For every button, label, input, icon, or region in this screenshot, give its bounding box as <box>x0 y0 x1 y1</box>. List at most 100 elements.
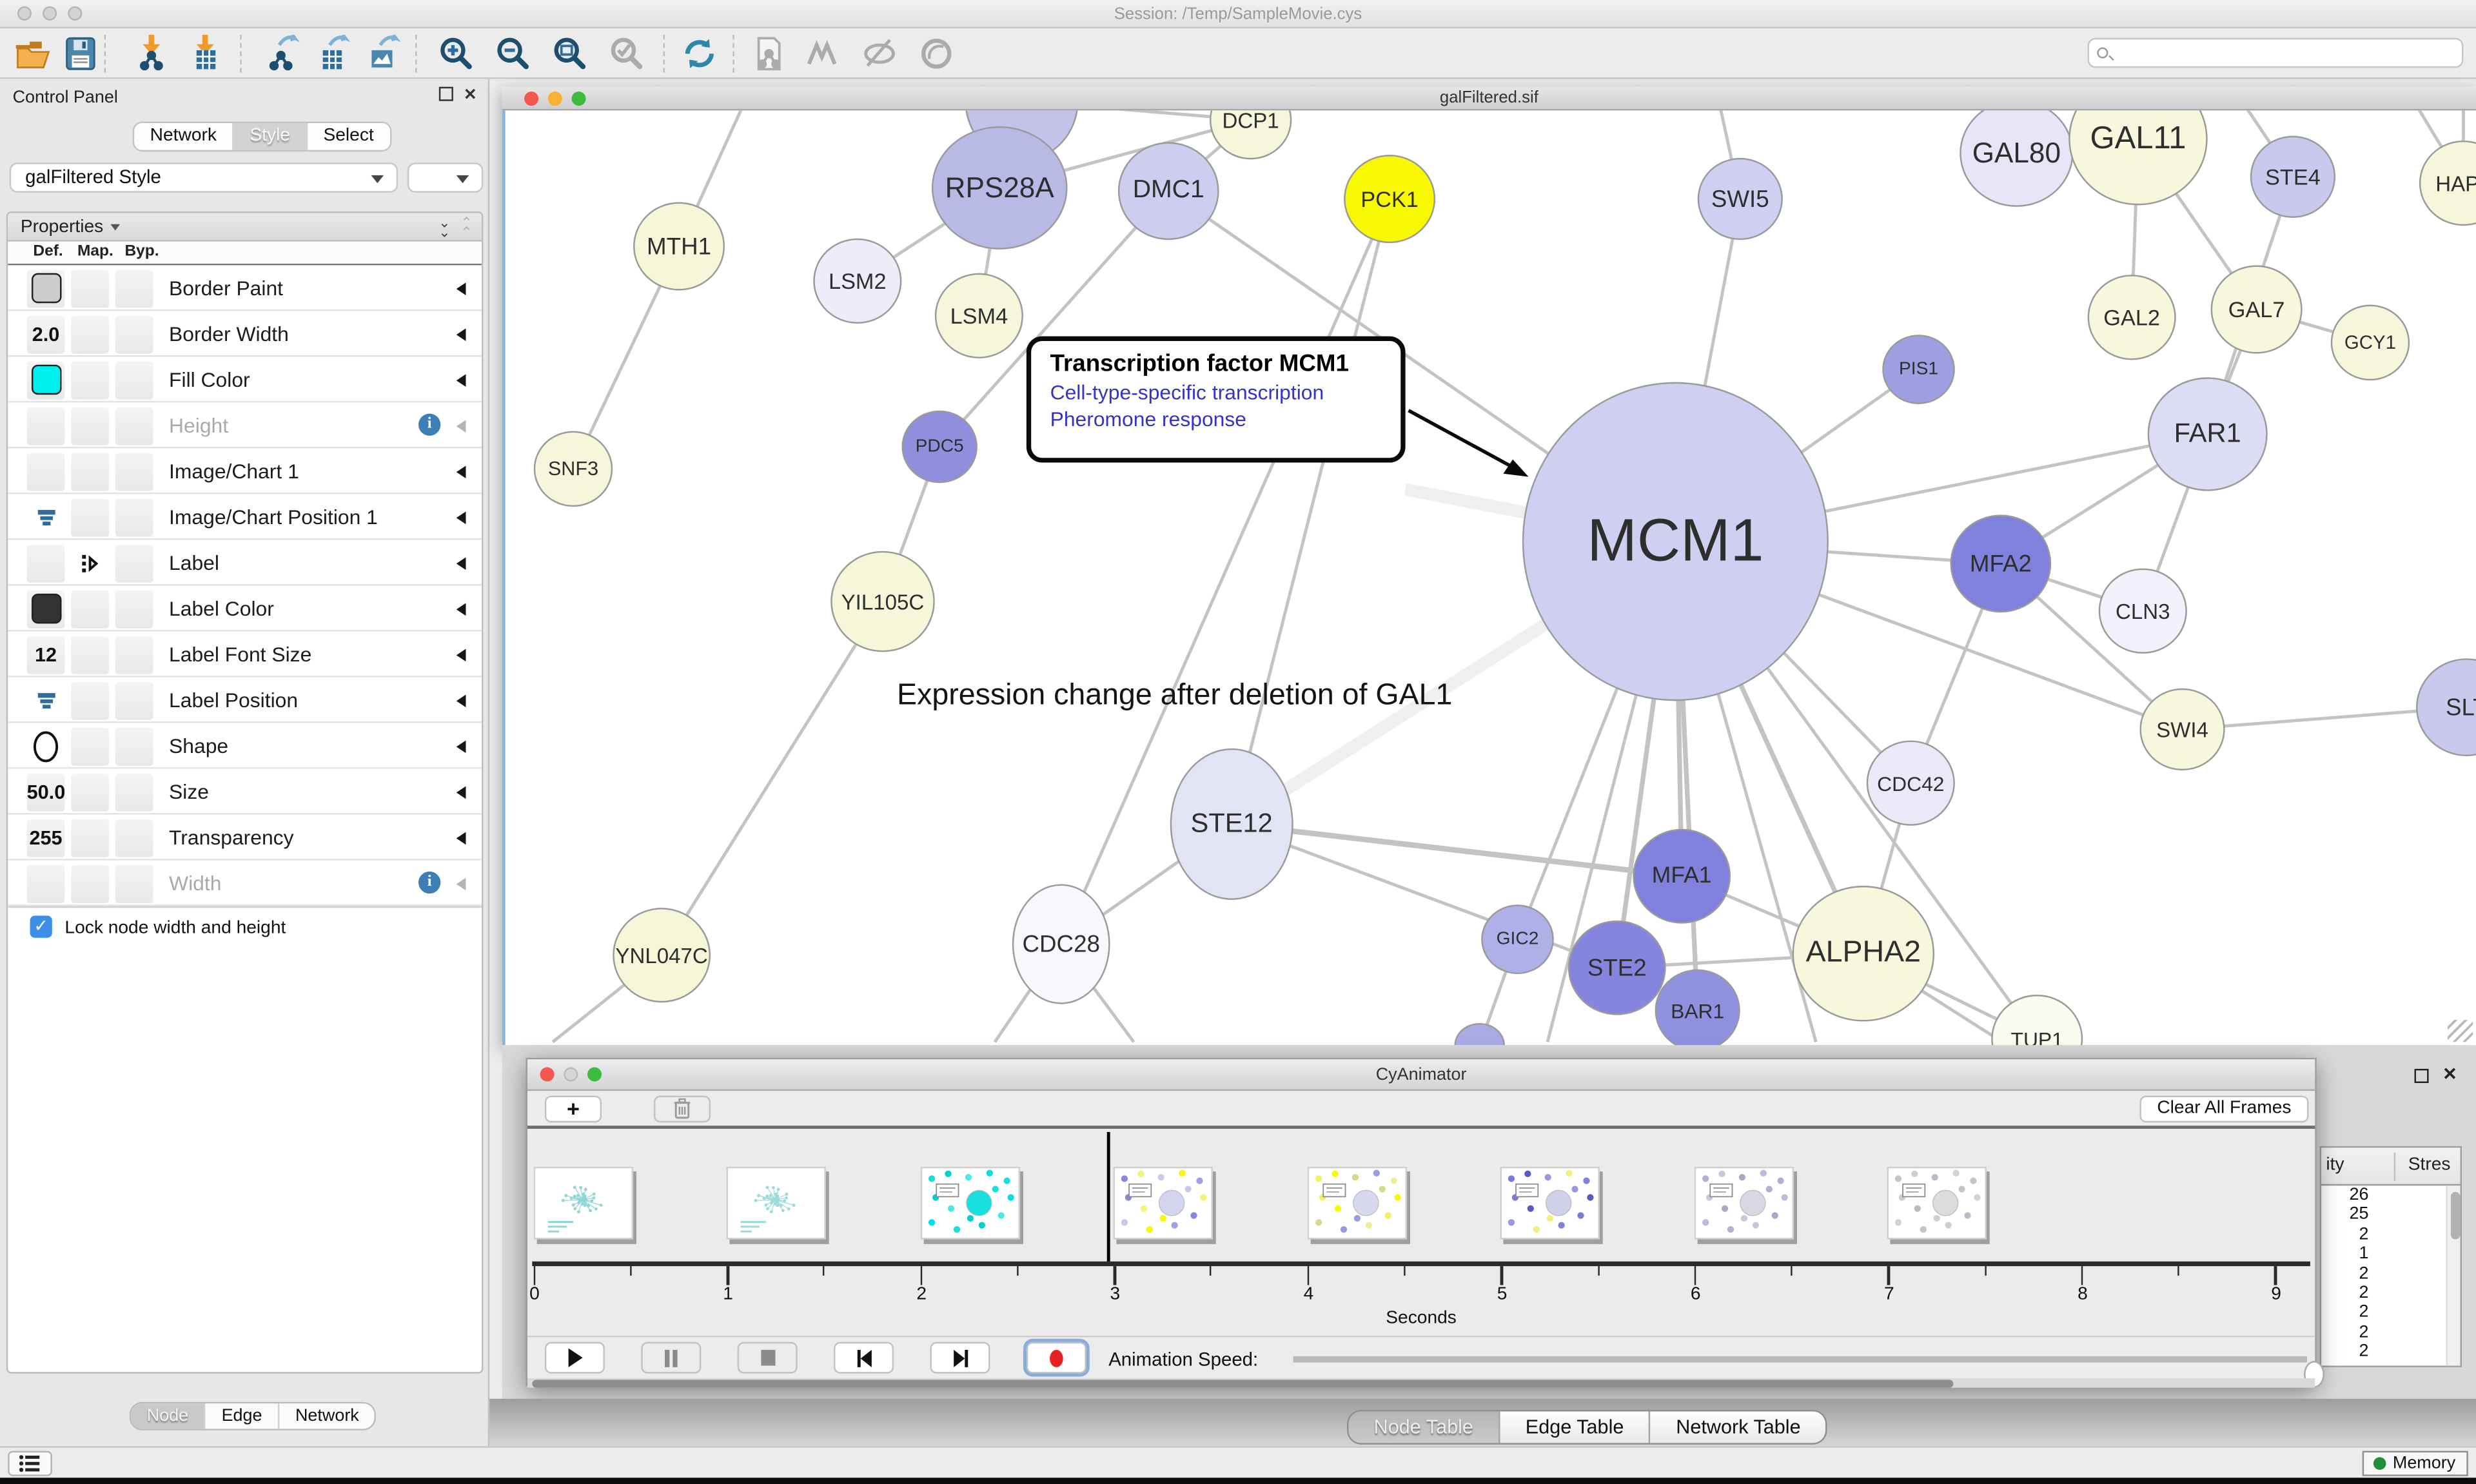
mapping-cell[interactable] <box>71 544 109 582</box>
table-cell-value[interactable]: 2 <box>2321 1342 2461 1362</box>
close-icon[interactable]: ✕ <box>2442 1066 2457 1084</box>
mapping-cell[interactable] <box>71 407 109 445</box>
cyanimator-timeline[interactable]: 0123456789 Seconds <box>527 1132 2315 1336</box>
mapping-cell[interactable] <box>71 453 109 491</box>
table-cell-value[interactable]: 26 <box>2321 1186 2461 1205</box>
close-traffic-light[interactable] <box>17 6 32 21</box>
default-cell[interactable] <box>27 681 65 719</box>
expand-arrow-icon[interactable] <box>457 420 466 433</box>
bypass-cell[interactable] <box>115 819 153 857</box>
node-far1[interactable]: FAR1 <box>2148 377 2268 491</box>
bypass-cell[interactable] <box>115 681 153 719</box>
mapping-cell[interactable] <box>71 727 109 765</box>
default-cell[interactable] <box>27 498 65 536</box>
table-cell-value[interactable]: 1 <box>2321 1244 2461 1264</box>
column-header[interactable]: Stres <box>2408 1156 2451 1175</box>
bypass-cell[interactable] <box>115 727 153 765</box>
close-traffic-light[interactable] <box>524 92 538 106</box>
table-scrollbar[interactable] <box>2446 1186 2461 1365</box>
node-gal7[interactable]: GAL7 <box>2211 265 2303 353</box>
minimize-traffic-light[interactable] <box>548 92 562 106</box>
panel-tab-network[interactable]: Network <box>279 1403 375 1429</box>
table-cell-value[interactable]: 2 <box>2321 1284 2461 1303</box>
frame-thumbnail-0[interactable] <box>533 1167 633 1240</box>
property-row[interactable]: Fill Color <box>8 356 482 402</box>
bypass-cell[interactable] <box>115 407 153 445</box>
node-mfa1[interactable]: MFA1 <box>1633 829 1731 924</box>
frame-thumbnail-5[interactable] <box>1500 1167 1600 1240</box>
frame-thumbnail-7[interactable] <box>1887 1167 1987 1240</box>
tab-network-table[interactable]: Network Table <box>1651 1411 1826 1443</box>
property-row[interactable]: Heighti <box>8 402 482 448</box>
doc-share-button[interactable] <box>749 33 790 74</box>
minimize-traffic-light[interactable] <box>43 6 57 21</box>
refresh-button[interactable] <box>679 33 720 74</box>
mapping-cell[interactable] <box>71 864 109 903</box>
node-mcm1[interactable]: MCM1 <box>1522 382 1829 701</box>
frame-thumbnail-4[interactable] <box>1307 1167 1406 1240</box>
frame-thumbnail-6[interactable] <box>1694 1167 1793 1240</box>
property-row[interactable]: Image/Chart 1 <box>8 449 482 494</box>
property-row[interactable]: Label <box>8 540 482 586</box>
table-cell-value[interactable]: 2 <box>2321 1264 2461 1284</box>
property-row[interactable]: 255Transparency <box>8 815 482 861</box>
default-cell[interactable] <box>27 269 65 308</box>
expand-arrow-icon[interactable] <box>457 557 466 570</box>
skip-start-button[interactable] <box>834 1342 894 1374</box>
play-button[interactable] <box>545 1342 605 1374</box>
panel-tab-node[interactable]: Node <box>131 1403 206 1429</box>
frame-thumbnail-3[interactable] <box>1114 1167 1213 1240</box>
skip-end-button[interactable] <box>930 1342 990 1374</box>
expand-arrow-icon[interactable] <box>457 465 466 478</box>
node-cdc28[interactable]: CDC28 <box>1012 884 1110 1004</box>
search-box[interactable] <box>2088 38 2464 68</box>
mapping-cell[interactable] <box>71 681 109 719</box>
info-icon[interactable]: i <box>418 414 440 436</box>
node-cln3[interactable]: CLN3 <box>2099 569 2187 654</box>
open-folder-button[interactable] <box>13 33 54 74</box>
table-cell-value[interactable]: 2 <box>2321 1303 2461 1322</box>
expand-arrow-icon[interactable] <box>457 695 466 708</box>
lock-checkbox[interactable]: ✓ <box>30 915 52 937</box>
node-bar1[interactable]: BAR1 <box>1655 970 1740 1046</box>
cyanimator-titlebar[interactable]: CyAnimator <box>527 1059 2315 1091</box>
node-lsm2[interactable]: LSM2 <box>813 239 901 324</box>
node-rps28a[interactable]: RPS28A <box>932 126 1068 249</box>
network-canvas[interactable]: MCM1DCP1RPS28ADMC1PCK1SWI5GAL80GAL11STE4… <box>502 110 2476 1045</box>
import-table-button[interactable] <box>186 33 228 74</box>
zoom-out-button[interactable] <box>493 33 534 74</box>
node-ste4[interactable]: STE4 <box>2250 136 2335 218</box>
default-cell[interactable] <box>27 407 65 445</box>
table-cell-value[interactable]: 2 <box>2321 1225 2461 1244</box>
tab-style[interactable]: Style <box>234 123 308 150</box>
stop-button[interactable] <box>738 1342 798 1374</box>
default-cell[interactable] <box>27 590 65 628</box>
default-cell[interactable] <box>27 361 65 399</box>
save-button[interactable] <box>60 33 101 74</box>
bypass-cell[interactable] <box>115 864 153 903</box>
zoom-in-button[interactable] <box>436 33 477 74</box>
node-gcy1[interactable]: GCY1 <box>2331 305 2410 381</box>
node-gal2[interactable]: GAL2 <box>2088 275 2176 360</box>
binoculars-button[interactable] <box>802 33 843 74</box>
memory-button[interactable]: Memory <box>2363 1451 2468 1476</box>
node-pis1[interactable]: PIS1 <box>1882 335 1955 404</box>
default-cell[interactable]: 255 <box>27 819 65 857</box>
expand-arrow-icon[interactable] <box>457 741 466 754</box>
node-gic2[interactable]: GIC2 <box>1481 904 1554 974</box>
minimize-traffic-light[interactable] <box>564 1068 578 1082</box>
tab-node-table[interactable]: Node Table <box>1348 1411 1500 1443</box>
bypass-cell[interactable] <box>115 361 153 399</box>
default-cell[interactable]: 2.0 <box>27 315 65 353</box>
mapping-cell[interactable] <box>71 315 109 353</box>
default-cell[interactable]: 12 <box>27 636 65 674</box>
expand-arrow-icon[interactable] <box>457 603 466 616</box>
property-row[interactable]: 12Label Font Size <box>8 632 482 678</box>
node-pdc5[interactable]: PDC5 <box>901 411 978 483</box>
bypass-cell[interactable] <box>115 315 153 353</box>
tab-edge-table[interactable]: Edge Table <box>1500 1411 1651 1443</box>
maximize-traffic-light[interactable] <box>572 92 586 106</box>
expand-arrow-icon[interactable] <box>457 649 466 662</box>
pause-button[interactable] <box>641 1342 701 1374</box>
node-ynl047c[interactable]: YNL047C <box>613 908 711 1002</box>
